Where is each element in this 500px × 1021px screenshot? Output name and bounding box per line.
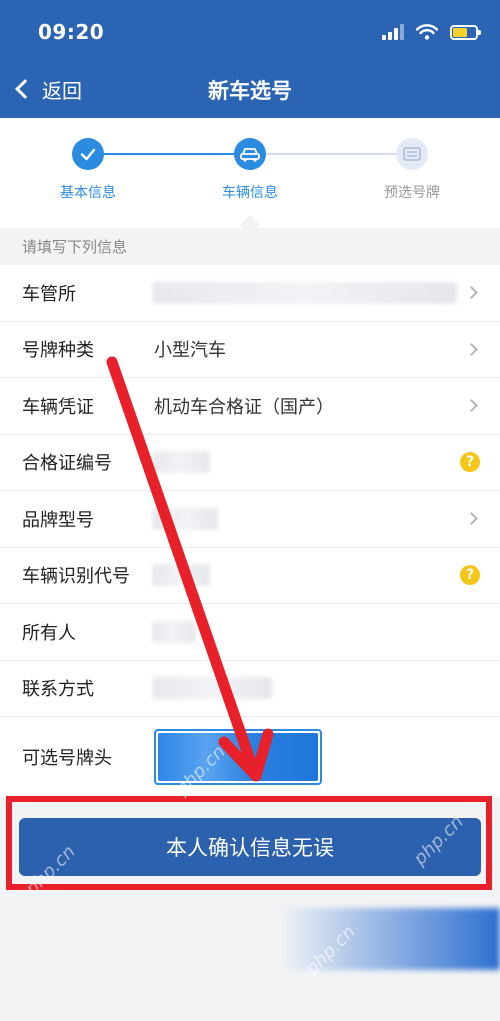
- form-row-contact[interactable]: 联系方式: [0, 661, 500, 717]
- redacted-value: [152, 677, 272, 700]
- form-hint: 请填写下列信息: [22, 238, 128, 256]
- car-icon: [234, 138, 266, 170]
- field-value: 机动车合格证（国产）: [154, 396, 334, 418]
- step-basic-info: 基本信息: [28, 138, 148, 202]
- progress-steps: 基本信息 车辆信息 预选号牌: [0, 118, 500, 235]
- form-row-certificate-number[interactable]: 合格证编号 ?: [0, 435, 500, 491]
- field-label: 可选号牌头: [22, 748, 112, 769]
- check-icon: [72, 138, 104, 170]
- field-label: 车辆凭证: [22, 396, 94, 418]
- field-label: 车管所: [22, 283, 76, 305]
- redacted-value: [152, 507, 218, 530]
- form-row-vehicle-office[interactable]: 车管所: [0, 265, 500, 322]
- field-label: 车辆识别代号: [22, 566, 130, 588]
- confirm-info-button[interactable]: 本人确认信息无误: [19, 818, 481, 876]
- form-row-brand-model[interactable]: 品牌型号: [0, 491, 500, 548]
- nav-bar: 返回 新车选号: [0, 62, 500, 118]
- chevron-right-icon: [465, 512, 478, 526]
- step-label: 预选号牌: [384, 185, 440, 201]
- form-row-vin[interactable]: 车辆识别代号 ?: [0, 548, 500, 604]
- wifi-icon: [416, 24, 438, 40]
- app-header: 09:20 返回 新车选号: [0, 0, 500, 118]
- field-label: 号牌种类: [22, 340, 94, 362]
- step-vehicle-info: 车辆信息: [190, 138, 310, 202]
- step-label: 车辆信息: [222, 185, 278, 201]
- status-time: 09:20: [38, 20, 105, 44]
- form-row-plate-prefix: 可选号牌头: [0, 717, 500, 797]
- chevron-right-icon: [465, 342, 478, 356]
- redacted-value: [152, 564, 210, 587]
- plate-icon: [396, 138, 428, 170]
- chevron-right-icon: [465, 399, 478, 413]
- signal-icon: [382, 24, 404, 40]
- help-icon[interactable]: ?: [460, 565, 480, 586]
- form-row-vehicle-voucher[interactable]: 车辆凭证 机动车合格证（国产）: [0, 378, 500, 435]
- battery-icon: [450, 24, 481, 40]
- help-icon[interactable]: ?: [460, 452, 480, 473]
- form-row-owner[interactable]: 所有人: [0, 604, 500, 661]
- field-value: 小型汽车: [154, 340, 226, 362]
- page-title: 新车选号: [208, 79, 292, 103]
- redacted-value: [152, 281, 457, 304]
- redacted-value: [152, 620, 196, 643]
- step-label: 基本信息: [60, 185, 116, 201]
- current-step-pointer: [240, 215, 260, 235]
- status-icons: [382, 22, 481, 42]
- status-bar: 09:20: [0, 0, 500, 62]
- step-plate-select: 预选号牌: [352, 138, 472, 202]
- redacted-value: [152, 451, 210, 474]
- field-label: 所有人: [22, 622, 76, 644]
- form-row-plate-type[interactable]: 号牌种类 小型汽车: [0, 322, 500, 378]
- vehicle-form: 车管所 号牌种类 小型汽车 车辆凭证 机动车合格证（国产） 合格证编号 ? 品牌…: [0, 265, 500, 797]
- chevron-right-icon: [465, 286, 478, 300]
- field-label: 品牌型号: [22, 509, 94, 531]
- field-label: 联系方式: [22, 679, 94, 701]
- field-label: 合格证编号: [22, 453, 112, 475]
